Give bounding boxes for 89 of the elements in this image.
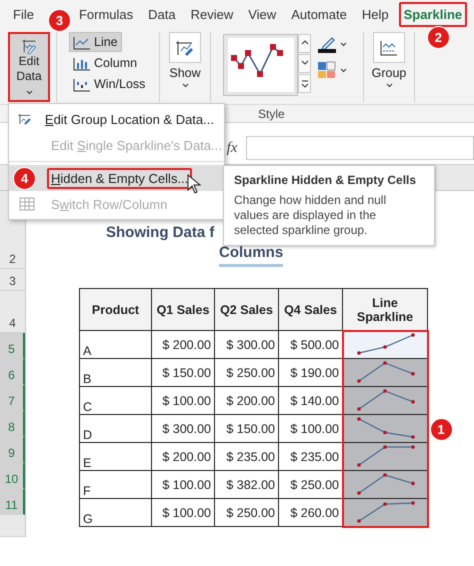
column-chart-icon (73, 56, 91, 70)
table-cell: $ 382.00 (214, 470, 278, 498)
table-cell: G (80, 498, 152, 526)
tooltip-text: Change how hidden and null values are displayed in the selected sparkline group. (234, 193, 388, 238)
line-chart-icon (73, 34, 91, 50)
sheet-title: Showing Data f (106, 224, 214, 243)
sparkline-drawing (357, 445, 415, 467)
menu-item[interactable]: Edit Group Location & Data... (9, 106, 224, 132)
pointer-icon (187, 174, 201, 194)
sparkline-cell[interactable] (342, 442, 428, 470)
sparkline-cell[interactable] (342, 330, 428, 358)
win-loss-chart-icon (73, 76, 91, 92)
column-header: Q1 Sales (152, 288, 214, 330)
edit-chart-icon (17, 111, 33, 127)
sparkline-drawing (357, 473, 415, 495)
table-cell: $ 200.00 (214, 386, 278, 414)
column-header: Q2 Sales (214, 288, 278, 330)
ribbon-tab[interactable]: Formulas (74, 2, 138, 26)
sparkline-drawing (357, 417, 415, 439)
row-number[interactable]: 3 (0, 269, 25, 291)
chart-pen-icon (175, 38, 195, 56)
sparkline-drawing (357, 333, 415, 355)
sparkline-type-button[interactable]: Win/Loss (69, 74, 150, 94)
table-cell: $ 100.00 (152, 498, 214, 526)
sparkline-cell[interactable] (342, 358, 428, 386)
sparkline-type-button[interactable]: Column (69, 53, 142, 73)
table-cell: B (80, 358, 152, 386)
sparkline-drawing (357, 361, 415, 383)
row-number[interactable]: 5 (0, 333, 25, 359)
caret-icon (386, 83, 392, 88)
column-header: Q4 Sales (278, 288, 342, 330)
ribbon-tab[interactable]: Automate (286, 2, 352, 26)
table-cell: D (80, 414, 152, 442)
caret-icon (26, 90, 32, 95)
column-header: Product (80, 288, 152, 330)
ribbon-tab[interactable]: Review (186, 2, 238, 26)
row-number[interactable]: 7 (0, 385, 25, 411)
ribbon-tab[interactable]: File (8, 2, 39, 26)
sparkline-drawing (357, 501, 415, 523)
table-cell: $ 250.00 (214, 358, 278, 386)
table-cell: C (80, 386, 152, 414)
group-label: Style (258, 107, 285, 121)
table-cell: $ 150.00 (152, 358, 214, 386)
callout-badge: 1 (430, 418, 452, 440)
table-cell: $ 100.00 (152, 470, 214, 498)
scroll-up-button[interactable] (298, 34, 311, 53)
gallery-more-button[interactable] (298, 74, 311, 93)
pen-icon (317, 35, 337, 53)
ribbon-tab[interactable]: Sparkline (398, 2, 468, 26)
sparkline-style-drawing (228, 38, 294, 92)
chart-lines-icon (379, 38, 399, 56)
row-number[interactable]: 10 (0, 463, 25, 489)
group-button[interactable]: Group (370, 32, 408, 104)
table-cell: $ 200.00 (152, 330, 214, 358)
sparkline-drawing (357, 389, 415, 411)
tooltip-title: Sparkline Hidden & Empty Cells (234, 173, 418, 187)
table-cell: E (80, 442, 152, 470)
sparkline-cell[interactable] (342, 470, 428, 498)
table-cell: $ 235.00 (214, 442, 278, 470)
table-cell: $ 300.00 (152, 414, 214, 442)
table-cell: $ 100.00 (152, 386, 214, 414)
edit-data-button[interactable]: Edit Data (8, 32, 50, 102)
table-cell: $ 300.00 (214, 330, 278, 358)
caret-icon (340, 68, 347, 72)
sparkline-type-button[interactable]: Line (69, 32, 122, 52)
table-cell: $ 200.00 (152, 442, 214, 470)
expand-icon (300, 79, 310, 88)
column-header: Line Sparkline (342, 288, 428, 330)
formula-input[interactable] (246, 136, 474, 160)
ribbon-tab[interactable]: View (243, 2, 282, 26)
grid-icon (317, 61, 337, 79)
style-gallery[interactable] (223, 34, 298, 96)
sparkline-cell[interactable] (342, 386, 428, 414)
row-number[interactable]: 8 (0, 411, 25, 437)
caret-icon (182, 83, 188, 88)
sparkline-cell[interactable] (342, 414, 428, 442)
table-cell: $ 150.00 (214, 414, 278, 442)
table-cell: $ 250.00 (214, 498, 278, 526)
caret-icon (340, 42, 347, 46)
sparkline-cell[interactable] (342, 498, 428, 526)
scroll-down-button[interactable] (298, 54, 311, 73)
row-number[interactable]: 9 (0, 437, 25, 463)
row-number[interactable]: 11 (0, 489, 25, 515)
row-number[interactable]: 6 (0, 359, 25, 385)
table-cell: F (80, 470, 152, 498)
ribbon-tab[interactable]: Help (356, 2, 394, 26)
table-cell: A (80, 330, 152, 358)
ribbon-tab[interactable]: Data (143, 2, 181, 26)
show-button[interactable]: Show (166, 32, 204, 104)
